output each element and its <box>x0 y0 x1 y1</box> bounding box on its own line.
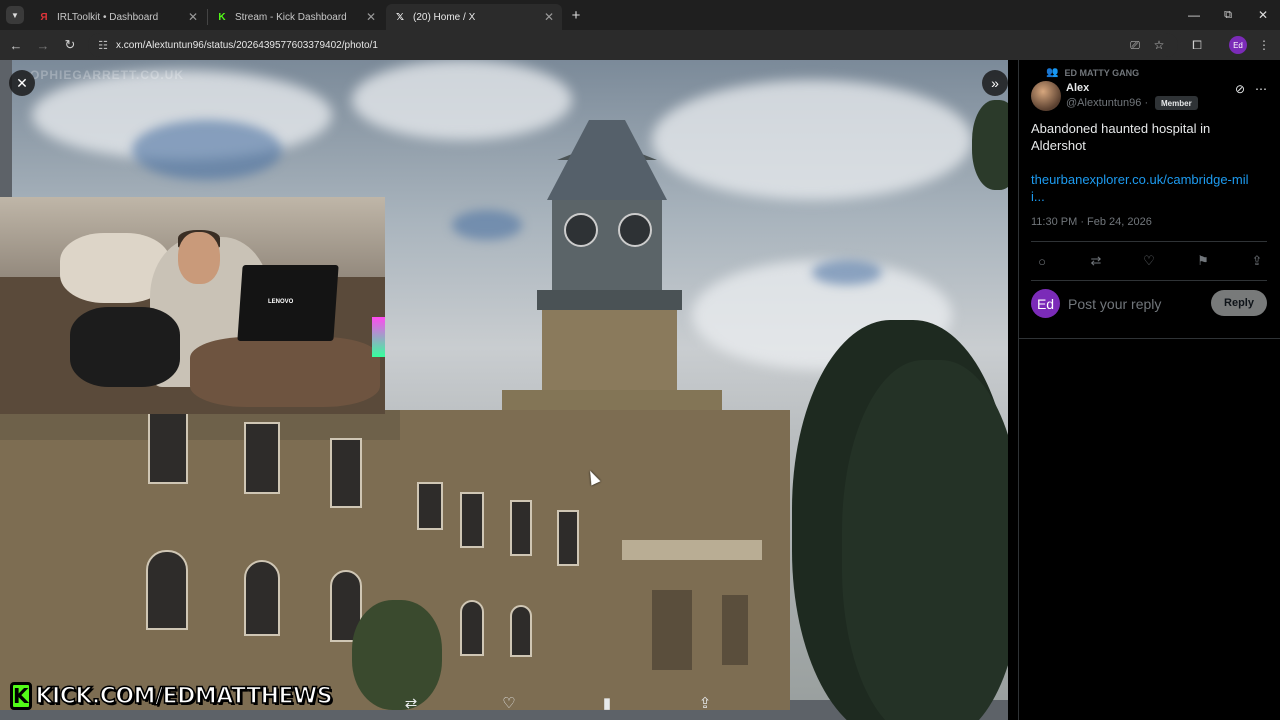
author-handle-row: @Alextuntun96 · <box>1066 97 1148 109</box>
tab-search-button[interactable]: ▼ <box>6 6 24 24</box>
irltoolkit-icon: Я <box>40 11 48 23</box>
kick-channel-banner: K KICK.COM/EDMATTHEWS <box>10 681 333 711</box>
close-icon[interactable]: ✕ <box>366 10 376 24</box>
back-button[interactable]: ← <box>5 34 27 56</box>
close-icon: ✕ <box>16 74 28 91</box>
double-chevron-right-icon: » <box>991 75 999 91</box>
address-bar[interactable]: ☷ x.com/Alextuntun96/status/202643957760… <box>88 33 1178 57</box>
puzzle-icon: ⧠ <box>1192 37 1202 52</box>
tweet-panel <box>1018 60 1280 720</box>
arrow-right-icon: → <box>36 37 50 53</box>
photo-viewer: OPHIEGARRETT.CO.UK ✕ » LENOVO <box>0 60 1008 720</box>
repost-icon: ⇄ <box>1090 253 1102 268</box>
x-logo-icon: 𝕏 <box>395 11 405 23</box>
tab-kick-dashboard[interactable]: K Stream - Kick Dashboard ✕ <box>208 4 384 30</box>
repost-action-button[interactable]: ⇄ <box>1086 251 1106 271</box>
collapse-sidebar-button[interactable]: » <box>982 70 1008 96</box>
install-icon: ⎚ <box>1130 37 1140 52</box>
more-options-icon[interactable]: ⋯ <box>1255 82 1267 96</box>
heart-icon: ♡ <box>1143 253 1155 268</box>
kick-banner-text: KICK.COM/EDMATTHEWS <box>35 683 334 710</box>
menu-button[interactable]: ⋮ <box>1254 35 1274 55</box>
divider <box>1031 280 1267 281</box>
bookmark-icon: ⚑ <box>1197 253 1209 268</box>
profile-avatar[interactable]: Ed <box>1229 36 1247 54</box>
restore-button[interactable]: ⧉ <box>1211 0 1245 30</box>
reload-button[interactable]: ↻ <box>59 34 81 56</box>
arrow-left-icon: ← <box>9 37 23 53</box>
site-info-icon[interactable]: ☷ <box>94 36 112 54</box>
author-handle[interactable]: @Alextuntun96 <box>1066 97 1141 109</box>
bar-chart-icon: ▮ <box>602 695 612 712</box>
tweet-timestamp[interactable]: 11:30 PM · Feb 24, 2026 <box>1031 216 1152 228</box>
browser-toolbar: ← → ↻ ☷ x.com/Alextuntun96/status/202643… <box>0 30 1280 60</box>
minimize-icon: — <box>1188 8 1200 22</box>
close-icon[interactable]: ✕ <box>188 10 198 24</box>
webcam-overlay: LENOVO <box>0 197 385 414</box>
tweet-link[interactable]: theurbanexplorer.co.uk/cambridge-mili... <box>1031 171 1256 205</box>
tab-label: Stream - Kick Dashboard <box>235 11 347 23</box>
author-name[interactable]: Alex <box>1066 82 1089 94</box>
views-button[interactable]: ▮ <box>592 690 622 716</box>
share-icon: ⇪ <box>698 695 712 712</box>
minimize-button[interactable]: — <box>1177 0 1211 30</box>
cast-button[interactable]: ⎚ <box>1125 35 1145 55</box>
reply-input[interactable] <box>1068 294 1204 314</box>
people-icon: 👥 <box>1046 67 1059 78</box>
like-button[interactable]: ♡ <box>494 690 524 716</box>
kick-icon: K <box>218 11 226 23</box>
extensions-button[interactable]: ⧠ <box>1187 35 1207 55</box>
bookmark-star-button[interactable]: ☆ <box>1149 35 1169 55</box>
repost-icon: ⇄ <box>404 695 418 712</box>
window-close-button[interactable]: ✕ <box>1246 0 1280 30</box>
chevron-down-icon: ▼ <box>11 10 19 20</box>
divider <box>1018 338 1280 339</box>
comment-icon: ○ <box>1038 253 1046 269</box>
reply-action-button[interactable]: ○ <box>1032 251 1052 271</box>
reply-avatar: Ed <box>1031 289 1060 318</box>
grok-icon[interactable]: ⊘ <box>1235 82 1245 96</box>
share-action-button[interactable]: ⇪ <box>1247 251 1267 271</box>
laptop-logo: LENOVO <box>268 299 294 305</box>
tab-irltoolkit[interactable]: Я IRLToolkit • Dashboard ✕ <box>30 4 206 30</box>
new-tab-button[interactable]: + <box>568 6 584 24</box>
tweet-text: Abandoned haunted hospital in Aldershot <box>1031 121 1211 153</box>
restore-icon: ⧉ <box>1224 8 1232 21</box>
author-avatar[interactable] <box>1031 81 1061 111</box>
close-icon[interactable]: ✕ <box>544 10 554 24</box>
reload-icon: ↻ <box>64 37 76 52</box>
star-icon: ☆ <box>1153 38 1165 52</box>
kick-logo-icon: K <box>10 682 32 710</box>
kebab-menu-icon: ⋮ <box>1258 38 1270 52</box>
plus-icon: + <box>571 6 581 24</box>
reply-button[interactable]: Reply <box>1211 290 1267 316</box>
member-badge: Member <box>1155 96 1198 110</box>
divider <box>1031 241 1267 242</box>
community-label[interactable]: 👥 ED MATTY GANG <box>1046 67 1139 78</box>
bookmark-action-button[interactable]: ⚑ <box>1193 251 1213 271</box>
forward-button[interactable]: → <box>32 34 54 56</box>
photo-watermark: OPHIEGARRETT.CO.UK <box>30 68 185 82</box>
share-button[interactable]: ⇪ <box>690 690 720 716</box>
url-text: x.com/Alextuntun96/status/20264395776033… <box>116 39 378 51</box>
handle-separator: · <box>1144 97 1149 109</box>
tab-x-home[interactable]: 𝕏 (20) Home / X ✕ <box>386 4 562 30</box>
like-action-button[interactable]: ♡ <box>1139 251 1159 271</box>
close-photo-button[interactable]: ✕ <box>9 70 35 96</box>
tab-label: (20) Home / X <box>413 11 476 23</box>
tab-strip: ▼ Я IRLToolkit • Dashboard ✕ K Stream - … <box>0 0 1280 30</box>
tab-label: IRLToolkit • Dashboard <box>57 11 159 23</box>
repost-button[interactable]: ⇄ <box>396 690 426 716</box>
close-icon: ✕ <box>1257 8 1269 22</box>
share-icon: ⇪ <box>1251 253 1263 268</box>
heart-icon: ♡ <box>502 695 516 712</box>
community-name: ED MATTY GANG <box>1064 67 1140 78</box>
